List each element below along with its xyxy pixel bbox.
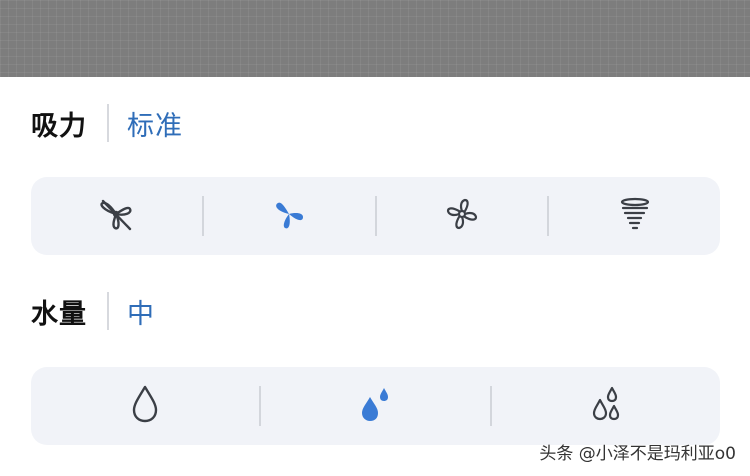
suction-options xyxy=(31,177,720,255)
water-option-low[interactable] xyxy=(31,367,259,445)
suction-divider xyxy=(107,104,109,142)
fan-strong-icon xyxy=(440,192,484,240)
fan-standard-icon xyxy=(267,192,311,240)
suction-option-max[interactable] xyxy=(549,177,720,255)
cleaning-mode-sheet: 吸力 标准 水量 中 xyxy=(0,77,750,476)
water-option-high[interactable] xyxy=(492,367,720,445)
water-label: 水量 xyxy=(31,298,87,330)
suction-option-quiet[interactable] xyxy=(31,177,202,255)
water-option-medium[interactable] xyxy=(261,367,489,445)
suction-label: 吸力 xyxy=(31,110,87,142)
water-options xyxy=(31,367,720,445)
watermark: 头条 @小泽不是玛利亚o0 xyxy=(539,444,736,464)
suction-option-strong[interactable] xyxy=(377,177,548,255)
water-high-icon xyxy=(584,382,628,430)
suction-header: 吸力 标准 xyxy=(31,103,183,143)
dimmed-backdrop[interactable] xyxy=(0,0,750,77)
suction-value: 标准 xyxy=(127,110,183,142)
water-header: 水量 中 xyxy=(31,291,155,331)
tornado-max-icon xyxy=(613,192,657,240)
water-low-icon xyxy=(123,382,167,430)
water-value: 中 xyxy=(127,298,155,330)
water-divider xyxy=(107,292,109,330)
fan-quiet-icon xyxy=(94,192,138,240)
suction-option-standard[interactable] xyxy=(204,177,375,255)
water-medium-icon xyxy=(353,382,397,430)
